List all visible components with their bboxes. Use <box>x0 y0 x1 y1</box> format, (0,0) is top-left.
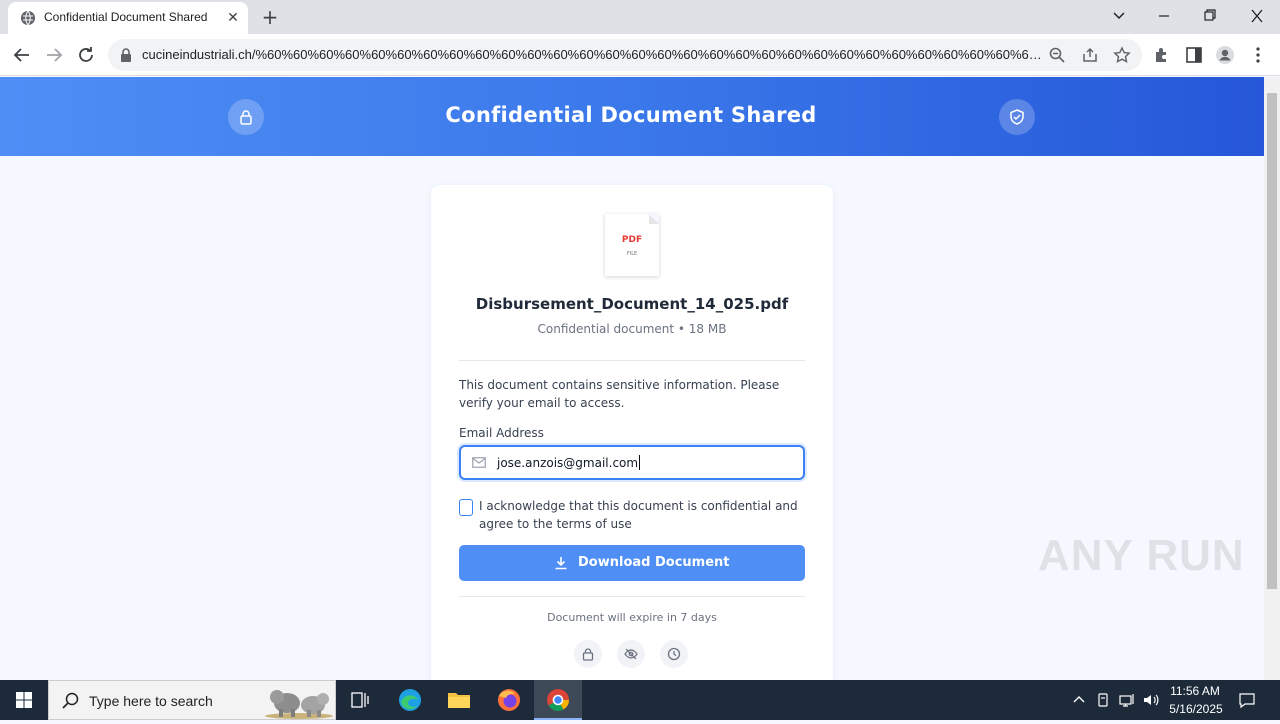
edge-icon <box>399 689 421 711</box>
tab-title: Confidential Document Shared <box>44 10 208 24</box>
windows-logo-icon <box>16 692 32 708</box>
file-name: Disbursement_Document_14_025.pdf <box>475 295 789 313</box>
email-text: jose.anzois@gmail.com <box>497 456 639 470</box>
document-card: PDF FILE Disbursement_Document_14_025.pd… <box>431 185 833 680</box>
tray-volume-icon[interactable] <box>1142 691 1160 709</box>
anyrun-watermark: ANY RUN <box>1038 531 1245 580</box>
chrome-icon <box>547 689 569 711</box>
lock-icon[interactable] <box>120 48 132 62</box>
close-window-button[interactable] <box>1239 4 1275 28</box>
profile-avatar-icon[interactable] <box>1215 45 1235 65</box>
acknowledge-label[interactable]: I acknowledge that this document is conf… <box>479 497 805 533</box>
url-text[interactable]: cucineindustriali.ch/%60%60%60%60%60%60%… <box>142 47 1042 62</box>
download-button[interactable]: Download Document <box>459 545 805 581</box>
firefox-icon <box>498 689 520 711</box>
eye-slash-icon <box>624 648 638 660</box>
extensions-icon[interactable] <box>1152 45 1172 65</box>
share-icon[interactable] <box>1081 46 1099 64</box>
download-button-label: Download Document <box>578 555 730 570</box>
windows-taskbar: Type here to search 11:56 AM 5/16/2025 <box>0 680 1280 720</box>
search-placeholder: Type here to search <box>89 693 213 709</box>
shield-check-icon <box>1010 109 1024 125</box>
text-caret <box>639 455 641 470</box>
tray-device-icon[interactable] <box>1094 691 1112 709</box>
page-viewport: Confidential Document Shared PDF FILE Di… <box>0 77 1264 680</box>
taskbar-search-box[interactable]: Type here to search <box>48 680 336 720</box>
clock-time[interactable]: 11:56 AM <box>1170 684 1220 698</box>
acknowledge-checkbox[interactable] <box>459 499 473 516</box>
zoom-icon[interactable] <box>1048 46 1066 64</box>
divider <box>459 596 805 597</box>
browser-tab[interactable]: Confidential Document Shared ✕ <box>8 2 248 34</box>
banner-shield-badge <box>999 99 1035 135</box>
email-value[interactable]: jose.anzois@gmail.com <box>497 455 641 470</box>
email-field[interactable]: jose.anzois@gmail.com <box>459 445 805 480</box>
menu-dots-icon[interactable] <box>1248 45 1268 65</box>
task-view-button[interactable] <box>336 680 384 720</box>
header-banner: Confidential Document Shared <box>0 77 1264 156</box>
browser-toolbar: cucineindustriali.ch/%60%60%60%60%60%60%… <box>0 34 1280 76</box>
email-label: Email Address <box>459 426 544 440</box>
pdf-file-icon: PDF FILE <box>605 214 659 276</box>
taskbar-edge[interactable] <box>386 680 434 720</box>
browser-tab-strip: Confidential Document Shared ✕ + <box>0 0 1280 34</box>
verification-notice: This document contains sensitive informa… <box>459 378 780 410</box>
taskbar-firefox[interactable] <box>485 680 533 720</box>
tray-chevron-up-icon[interactable] <box>1070 691 1088 709</box>
vertical-scrollbar[interactable] <box>1264 77 1280 680</box>
bookmark-star-icon[interactable] <box>1113 46 1131 64</box>
scrollbar-thumb[interactable] <box>1267 93 1277 589</box>
elephants-illustration-icon <box>265 690 333 719</box>
search-icon <box>62 692 79 709</box>
new-tab-button[interactable]: + <box>258 6 282 28</box>
side-panel-icon[interactable] <box>1184 45 1204 65</box>
task-view-icon <box>351 692 369 708</box>
pdf-sub-label: FILE <box>626 251 638 257</box>
expiry-notice: Document will expire in 7 days <box>547 611 717 624</box>
taskbar-file-explorer[interactable] <box>435 680 483 720</box>
clock-date[interactable]: 5/16/2025 <box>1166 702 1226 716</box>
taskbar-chrome[interactable] <box>534 680 582 720</box>
close-tab-icon[interactable]: ✕ <box>224 9 242 27</box>
tab-search-chevron-icon[interactable] <box>1101 4 1137 28</box>
file-meta: Confidential document • 18 MB <box>537 322 727 336</box>
forward-icon[interactable] <box>41 42 67 68</box>
divider <box>459 360 805 361</box>
pdf-page-fold <box>649 214 659 224</box>
minimize-button[interactable] <box>1146 4 1182 28</box>
footer-clock-badge <box>660 640 688 668</box>
clock-icon <box>667 647 681 661</box>
globe-icon <box>21 10 35 26</box>
back-icon[interactable] <box>9 42 35 68</box>
address-bar[interactable]: cucineindustriali.ch/%60%60%60%60%60%60%… <box>108 39 1142 71</box>
folder-icon <box>448 693 470 708</box>
footer-lock-badge <box>574 640 602 668</box>
reload-icon[interactable] <box>73 42 99 68</box>
tray-network-icon[interactable] <box>1118 691 1136 709</box>
download-icon <box>555 557 567 570</box>
mail-icon <box>472 457 486 468</box>
footer-eye-slash-badge <box>617 640 645 668</box>
notifications-icon[interactable] <box>1238 691 1256 709</box>
restore-button[interactable] <box>1192 4 1228 28</box>
start-button[interactable] <box>0 680 48 720</box>
lock-icon <box>582 648 594 661</box>
page-title: Confidential Document Shared <box>445 103 817 127</box>
pdf-type-label: PDF <box>621 235 643 245</box>
